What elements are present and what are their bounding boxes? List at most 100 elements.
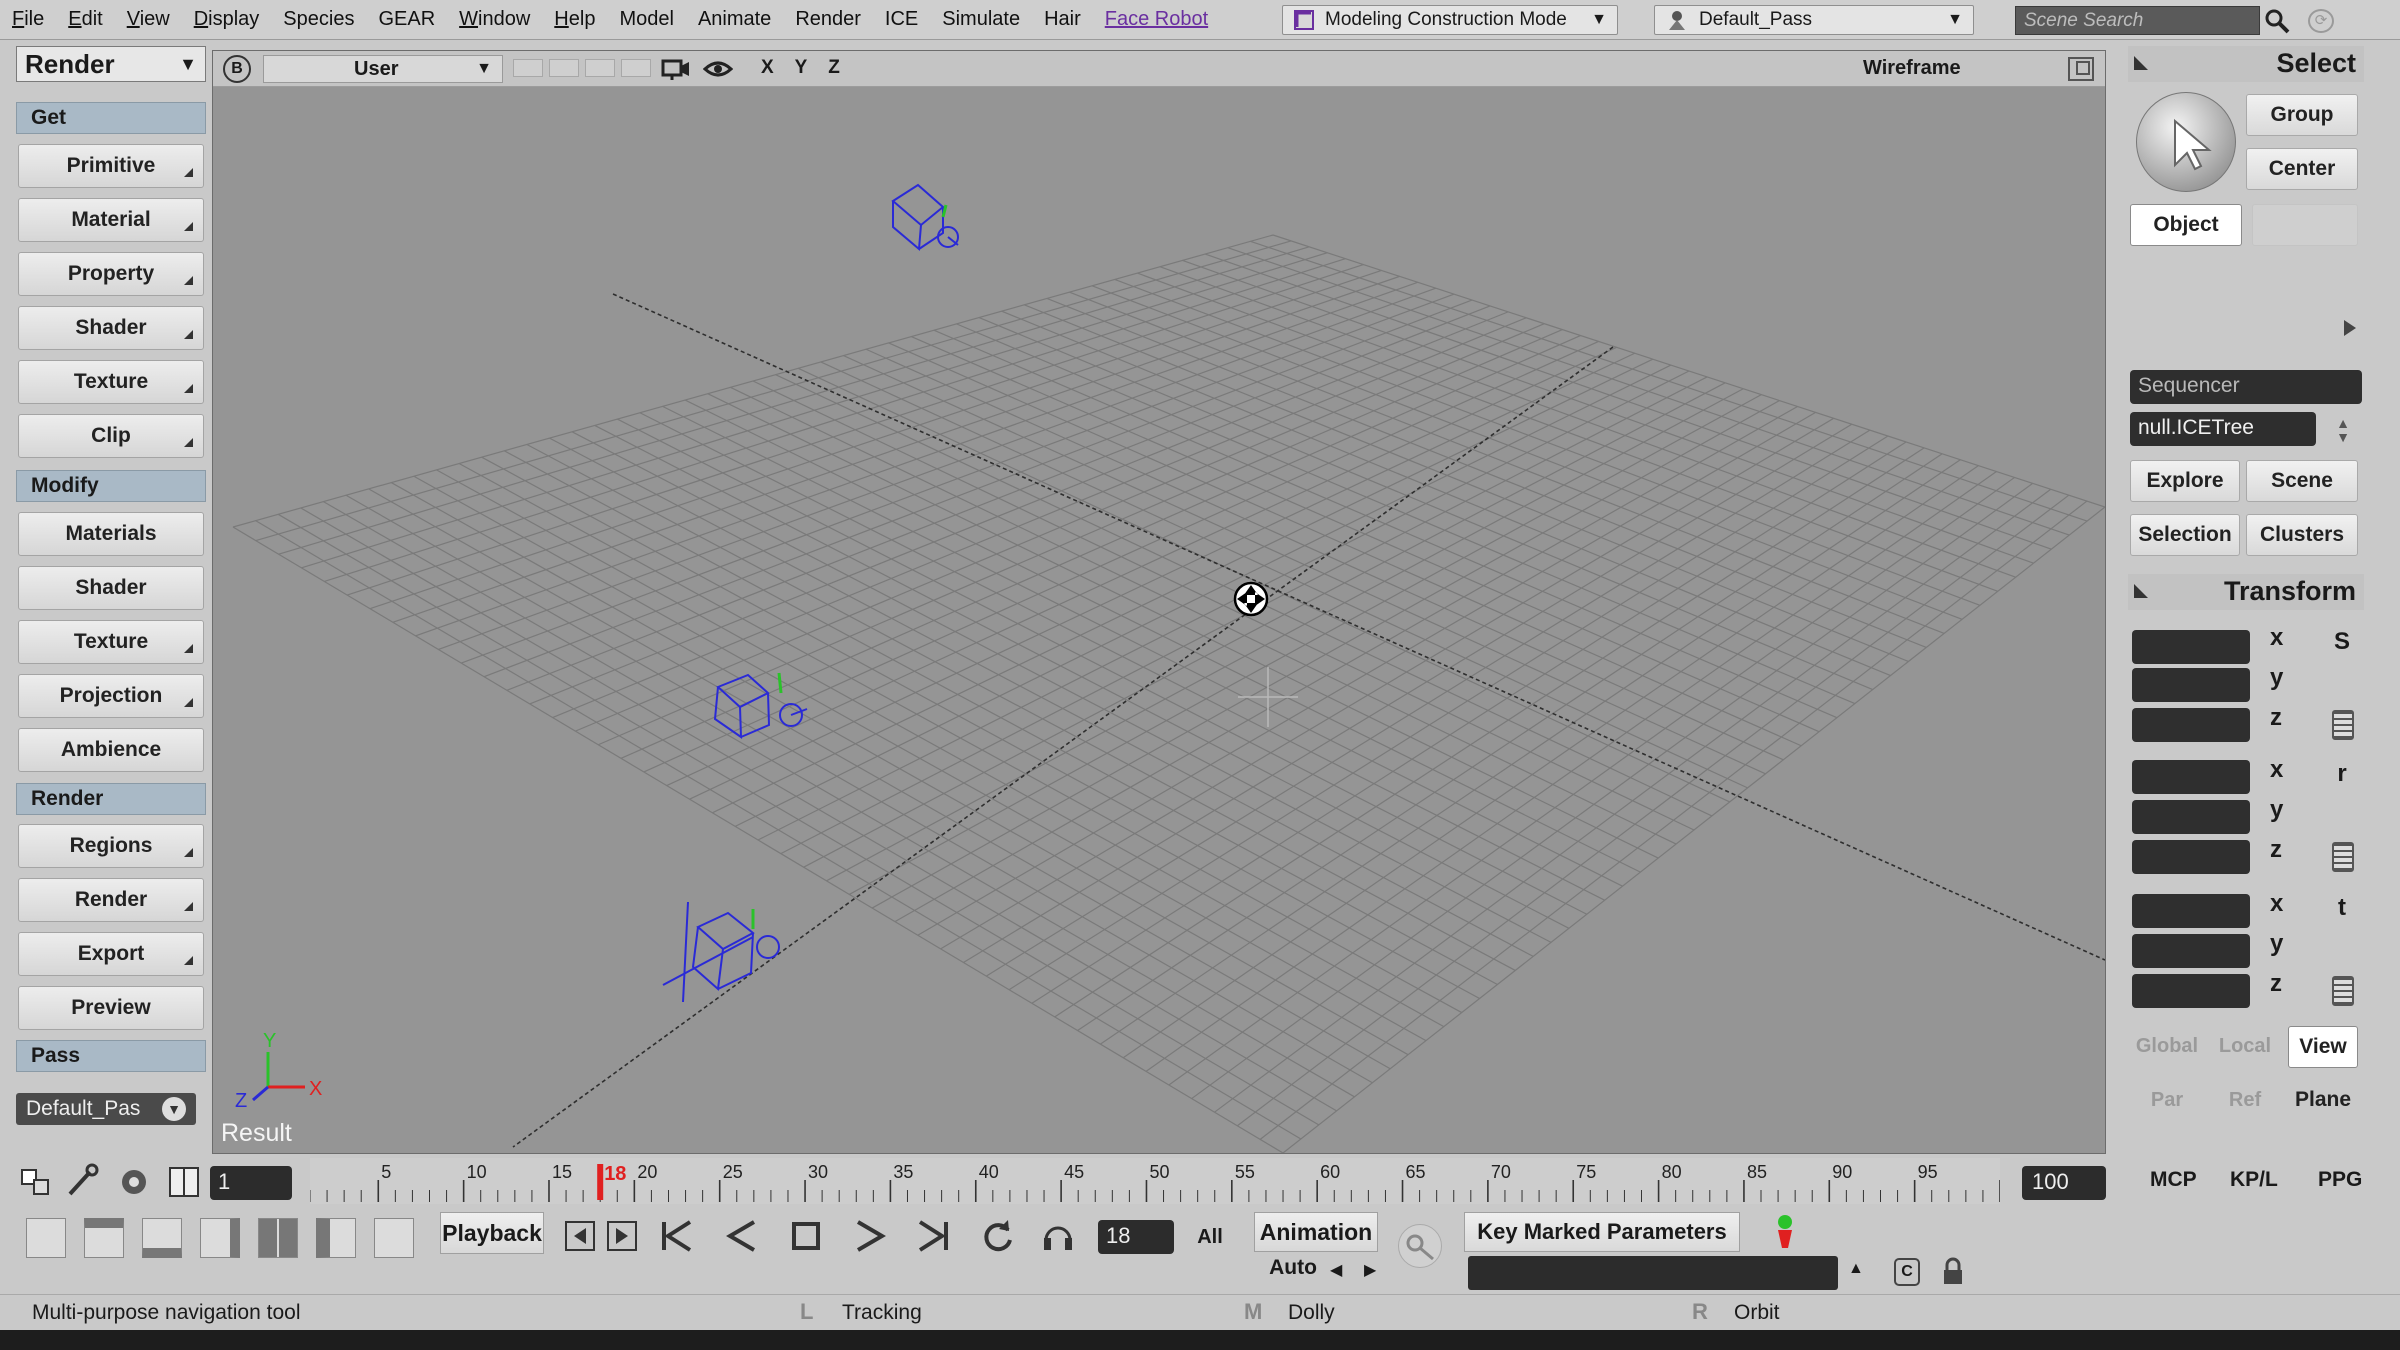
next-key-icon[interactable]: ▶: [1364, 1260, 1376, 1280]
menu-hair[interactable]: Hair: [1032, 8, 1093, 31]
gear-icon[interactable]: [114, 1162, 154, 1202]
ppg-tab[interactable]: PPG: [2318, 1168, 2362, 1192]
next-frame-icon[interactable]: [602, 1216, 642, 1256]
pass-select[interactable]: Default_Pas ▼: [16, 1093, 196, 1125]
layout-quad-icon[interactable]: [258, 1218, 298, 1258]
play-forward-icon[interactable]: [850, 1216, 890, 1256]
render-pass-select[interactable]: Default_Pass ▼: [1654, 5, 1974, 35]
property-button[interactable]: Property: [18, 252, 204, 296]
timeline-ruler[interactable]: 5 10 15 20 25 30 35 40 45 50 55 60 65 70 75 80 85 90 95 18: [310, 1158, 2000, 1204]
menu-help[interactable]: Help: [542, 8, 607, 31]
auto-key-button[interactable]: Auto: [1258, 1256, 1328, 1288]
section-modify[interactable]: Modify: [16, 470, 206, 502]
regions-button[interactable]: Regions: [18, 824, 204, 868]
primitive-button[interactable]: Primitive: [18, 144, 204, 188]
select-arrow-icon[interactable]: [2136, 92, 2236, 192]
menu-model[interactable]: Model: [607, 8, 685, 31]
clip-button[interactable]: Clip: [18, 414, 204, 458]
clear-search-icon[interactable]: ⟳: [2308, 9, 2334, 33]
translate-y-field[interactable]: [2132, 934, 2250, 968]
all-frames-button[interactable]: All: [1188, 1218, 1232, 1256]
camera-select[interactable]: User ▼: [263, 55, 503, 83]
display-mode-label[interactable]: Wireframe: [1863, 57, 1961, 80]
menu-view[interactable]: View: [115, 8, 182, 31]
translate-keyframe-icon[interactable]: [2332, 976, 2354, 1006]
view-button[interactable]: View: [2288, 1026, 2358, 1068]
go-to-start-icon[interactable]: [656, 1216, 696, 1256]
layout-bottom-icon[interactable]: [142, 1218, 182, 1258]
translate-icon[interactable]: t: [2330, 894, 2354, 924]
go-to-end-icon[interactable]: [914, 1216, 954, 1256]
translate-x-field[interactable]: [2132, 894, 2250, 928]
mcp-tab[interactable]: MCP: [2150, 1168, 2197, 1192]
wire-cube-bottom[interactable]: [662, 901, 780, 1003]
shader-button[interactable]: Shader: [18, 306, 204, 350]
current-frame-field[interactable]: 18: [1098, 1220, 1174, 1254]
key-icon[interactable]: [1398, 1224, 1442, 1268]
menu-edit[interactable]: Edit: [56, 8, 114, 31]
scene-search-input[interactable]: Scene Search: [2015, 6, 2260, 35]
viewport-slot[interactable]: [549, 59, 579, 77]
layout-top-icon[interactable]: [84, 1218, 124, 1258]
prev-frame-icon[interactable]: [560, 1216, 600, 1256]
wire-cube-top[interactable]: [891, 183, 959, 252]
layout-icon[interactable]: [16, 1162, 56, 1202]
key-marked-field[interactable]: [1468, 1256, 1838, 1290]
texture-button[interactable]: Texture: [18, 360, 204, 404]
object-button[interactable]: Object: [2130, 204, 2242, 246]
stop-icon[interactable]: [786, 1216, 826, 1256]
layout-right-icon[interactable]: [200, 1218, 240, 1258]
material-button[interactable]: Material: [18, 198, 204, 242]
rotate-keyframe-icon[interactable]: [2332, 842, 2354, 872]
expand-triangle-icon[interactable]: [2344, 320, 2356, 336]
section-get[interactable]: Get: [16, 102, 206, 134]
menu-gear[interactable]: GEAR: [366, 8, 447, 31]
select-header[interactable]: Select: [2128, 46, 2364, 82]
menu-render[interactable]: Render: [783, 8, 873, 31]
maximize-icon[interactable]: [2068, 57, 2094, 81]
render-button[interactable]: Render: [18, 878, 204, 922]
camera-icon[interactable]: [661, 57, 691, 81]
lock-icon[interactable]: [1940, 1256, 1966, 1288]
projection-button[interactable]: Projection: [18, 674, 204, 718]
par-button[interactable]: Par: [2130, 1080, 2204, 1122]
explore-button[interactable]: Explore: [2130, 460, 2240, 502]
rotate-x-field[interactable]: [2132, 760, 2250, 794]
viewport[interactable]: B User ▼ X Y Z Wireframe Y X Z Result: [212, 50, 2106, 1154]
viewport-slot[interactable]: [513, 59, 543, 77]
timeline-playhead[interactable]: 18: [597, 1163, 626, 1200]
center-button[interactable]: Center: [2246, 148, 2358, 190]
animation-menu-button[interactable]: Animation: [1254, 1212, 1378, 1252]
eye-icon[interactable]: [703, 57, 733, 81]
menu-face-robot[interactable]: Face Robot: [1093, 8, 1220, 31]
empty-filter-button[interactable]: [2252, 204, 2358, 246]
split-view-icon[interactable]: [164, 1162, 204, 1202]
rotate-icon[interactable]: r: [2330, 760, 2354, 790]
playback-menu-button[interactable]: Playback: [440, 1212, 544, 1254]
menu-simulate[interactable]: Simulate: [930, 8, 1032, 31]
scene-button[interactable]: Scene: [2246, 460, 2358, 502]
viewport-slot[interactable]: [621, 59, 651, 77]
kpl-tab[interactable]: KP/L: [2230, 1168, 2278, 1192]
viewport-canvas[interactable]: Y X Z: [213, 87, 2105, 1153]
viewport-axes-toggle[interactable]: X Y Z: [761, 57, 848, 79]
plane-button[interactable]: Plane: [2288, 1080, 2358, 1122]
search-icon[interactable]: [2264, 8, 2290, 34]
ref-button[interactable]: Ref: [2208, 1080, 2282, 1122]
sequencer-field[interactable]: Sequencer: [2130, 370, 2362, 404]
scale-icon[interactable]: S: [2330, 628, 2354, 658]
global-button[interactable]: Global: [2130, 1026, 2204, 1068]
export-button[interactable]: Export: [18, 932, 204, 976]
section-pass[interactable]: Pass: [16, 1040, 206, 1072]
modify-texture-button[interactable]: Texture: [18, 620, 204, 664]
translate-z-field[interactable]: [2132, 974, 2250, 1008]
field-arrow-up-icon[interactable]: ▲: [1848, 1260, 1864, 1278]
group-button[interactable]: Group: [2246, 94, 2358, 136]
section-render[interactable]: Render: [16, 783, 206, 815]
audio-icon[interactable]: [1038, 1216, 1078, 1256]
prev-key-icon[interactable]: ◀: [1330, 1260, 1342, 1280]
layout-left-icon[interactable]: [26, 1218, 66, 1258]
scale-x-field[interactable]: [2132, 630, 2250, 664]
loop-icon[interactable]: [978, 1216, 1018, 1256]
ambience-button[interactable]: Ambience: [18, 728, 204, 772]
